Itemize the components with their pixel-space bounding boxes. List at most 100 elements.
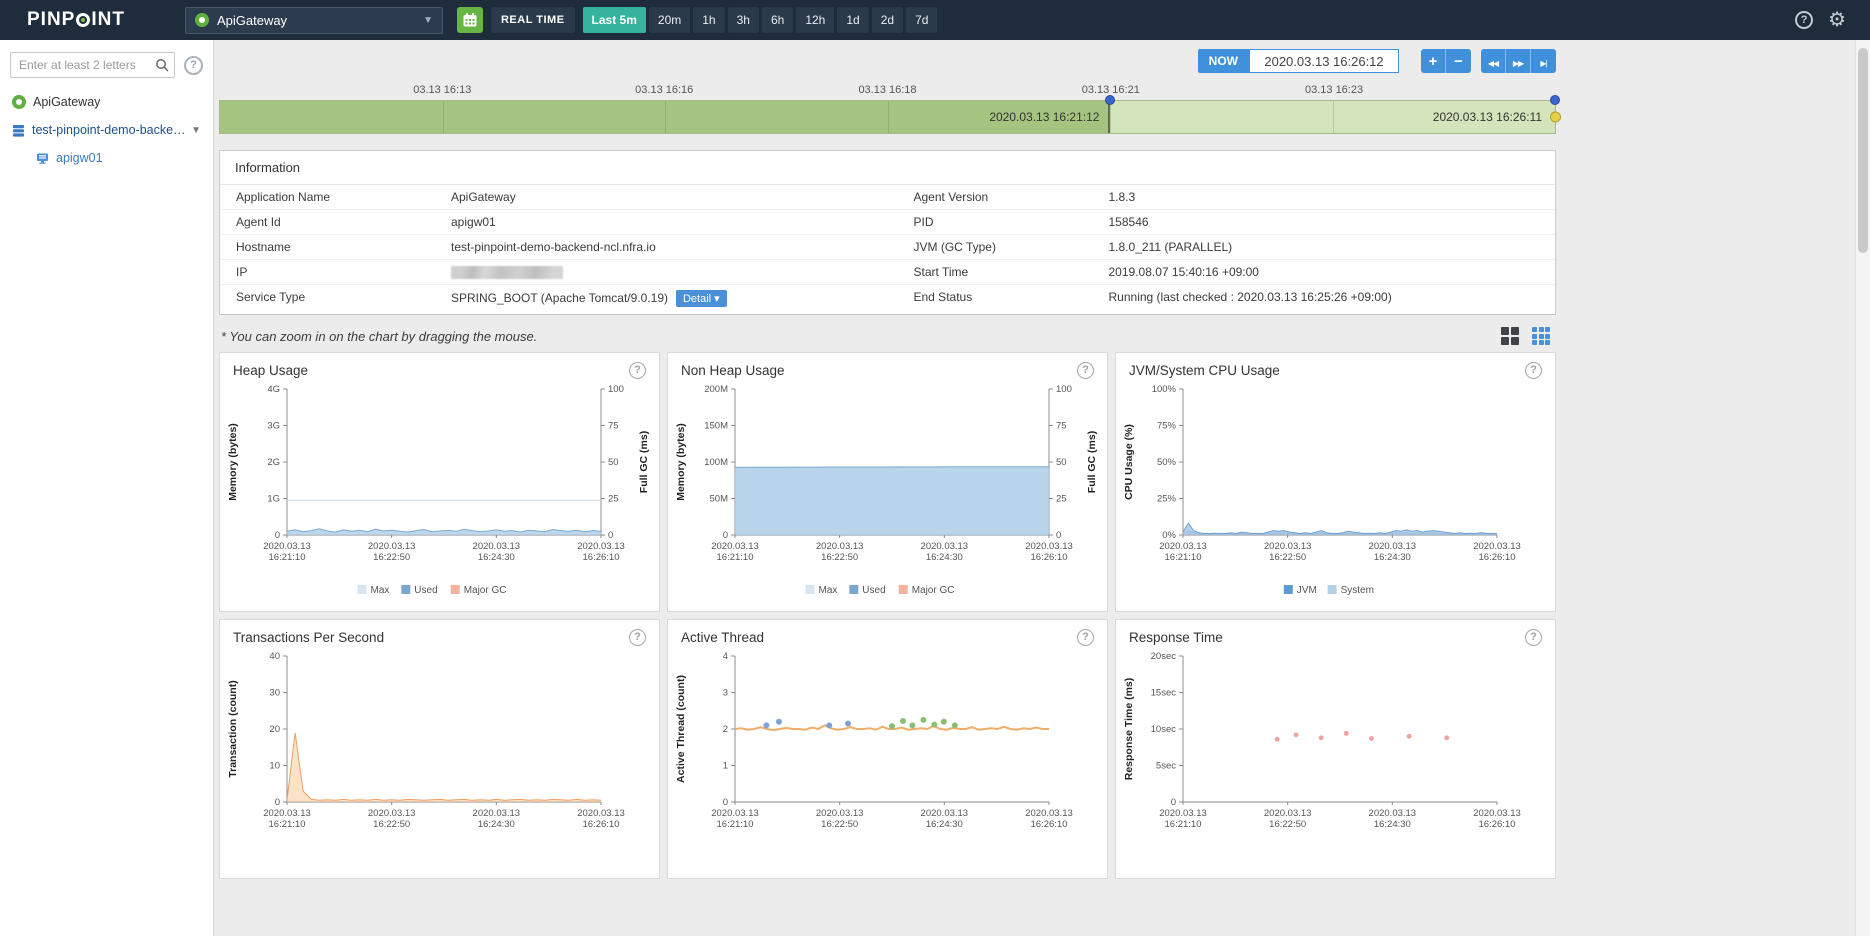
svg-text:16:26:10: 16:26:10 bbox=[1030, 552, 1067, 563]
svg-text:4: 4 bbox=[722, 651, 727, 662]
svg-text:1G: 1G bbox=[267, 494, 280, 505]
now-button[interactable]: NOW bbox=[1197, 49, 1249, 73]
chart-plot[interactable]: 012342020.03.1316:21:102020.03.1316:22:5… bbox=[671, 648, 1105, 872]
svg-text:2020.03.13: 2020.03.13 bbox=[367, 541, 415, 552]
timeline-bar[interactable]: 2020.03.13 16:21:12 2020.03.13 16:26:11 bbox=[219, 95, 1561, 134]
info-label: Agent Id bbox=[220, 209, 435, 234]
timeline-tick-labels: 03.13 16:13 03.13 16:16 03.13 16:18 03.13 1… bbox=[219, 84, 1556, 100]
svg-text:200M: 200M bbox=[704, 384, 728, 395]
period-button-3h[interactable]: 3h bbox=[727, 7, 759, 33]
svg-text:Active Thread (count): Active Thread (count) bbox=[675, 675, 687, 783]
chevron-down-icon[interactable]: ▼ bbox=[191, 125, 201, 136]
period-button-last-5m[interactable]: Last 5m bbox=[582, 7, 646, 33]
scrollbar[interactable] bbox=[1855, 40, 1870, 936]
layout-2col-icon[interactable] bbox=[1501, 327, 1519, 346]
chart-title: Active Thread bbox=[681, 630, 765, 646]
svg-text:JVM: JVM bbox=[1296, 585, 1316, 596]
scrollbar-thumb[interactable] bbox=[1858, 48, 1868, 253]
svg-text:20: 20 bbox=[269, 724, 280, 735]
logo-target-icon bbox=[76, 13, 91, 27]
chart-help-icon[interactable]: ? bbox=[1525, 362, 1542, 380]
chart-card-active-thread: Active Thread? 0 1 2 3 4 2020.03.13 16:21:10 202… bbox=[667, 619, 1108, 880]
chart-title: Response Time bbox=[1129, 630, 1223, 646]
chart-plot[interactable]: 0%25%50%75%100%2020.03.1316:21:102020.03… bbox=[1119, 381, 1553, 605]
timeline-now-marker[interactable] bbox=[1550, 111, 1561, 123]
svg-text:50: 50 bbox=[1056, 457, 1067, 468]
step-back-button[interactable]: ◀◀ bbox=[1481, 49, 1506, 73]
svg-text:100%: 100% bbox=[1151, 384, 1176, 395]
period-button-1h[interactable]: 1h bbox=[693, 7, 725, 33]
svg-text:16:21:10: 16:21:10 bbox=[1164, 819, 1201, 830]
application-selector[interactable]: ApiGateway ▼ bbox=[184, 6, 443, 34]
period-button-6h[interactable]: 6h bbox=[761, 7, 794, 33]
info-value bbox=[435, 259, 898, 284]
svg-text:16:22:50: 16:22:50 bbox=[821, 552, 858, 563]
period-button-12h[interactable]: 12h bbox=[796, 7, 835, 33]
svg-text:2020.03.13: 2020.03.13 bbox=[263, 808, 311, 819]
info-value: ApiGateway bbox=[451, 190, 516, 204]
svg-text:0: 0 bbox=[274, 797, 279, 808]
go-to-now-button[interactable]: ▶| bbox=[1531, 49, 1556, 73]
agent-tree: ApiGateway test-pinpoint-demo-backend-..… bbox=[0, 88, 213, 172]
hint-row: * You can zoom in on the chart by draggi… bbox=[221, 327, 1554, 346]
loaded-range-end-label: 2020.03.13 16:26:11 bbox=[1432, 110, 1542, 124]
svg-text:Transaction (count): Transaction (count) bbox=[227, 681, 239, 778]
calendar-icon bbox=[463, 13, 477, 27]
svg-text:2020.03.13: 2020.03.13 bbox=[1263, 808, 1311, 819]
chart-help-icon[interactable]: ? bbox=[629, 362, 646, 380]
help-icon[interactable]: ? bbox=[1795, 11, 1814, 29]
svg-text:16:24:30: 16:24:30 bbox=[925, 819, 962, 830]
svg-text:40: 40 bbox=[269, 651, 280, 662]
timeline-split-marker[interactable] bbox=[1105, 95, 1116, 105]
svg-text:50%: 50% bbox=[1156, 457, 1176, 468]
service-type-detail-button[interactable]: Detail ▾ bbox=[675, 290, 727, 308]
svg-text:16:21:10: 16:21:10 bbox=[716, 819, 753, 830]
info-value: test-pinpoint-demo-backend-ncl.nfra.io bbox=[435, 234, 898, 259]
zoom-in-button[interactable]: + bbox=[1421, 49, 1446, 73]
chart-help-icon[interactable]: ? bbox=[1077, 362, 1094, 380]
svg-text:0: 0 bbox=[1170, 797, 1175, 808]
datetime-input[interactable] bbox=[1249, 49, 1399, 73]
step-forward-button[interactable]: ▶▶ bbox=[1506, 49, 1531, 73]
info-label: Agent Version bbox=[913, 190, 989, 204]
period-button-7d[interactable]: 7d bbox=[906, 7, 938, 33]
svg-text:75: 75 bbox=[608, 421, 619, 432]
calendar-button[interactable] bbox=[456, 7, 483, 33]
period-button-20m[interactable]: 20m bbox=[648, 7, 691, 33]
chart-plot[interactable]: 01G2G3G4G02550751002020.03.1316:21:10202… bbox=[223, 381, 657, 605]
search-input[interactable] bbox=[10, 52, 175, 78]
svg-text:Used: Used bbox=[414, 585, 437, 596]
host-icon bbox=[13, 124, 24, 137]
info-label: IP bbox=[220, 259, 435, 284]
period-button-2d[interactable]: 2d bbox=[871, 7, 904, 33]
chart-help-icon[interactable]: ? bbox=[1077, 629, 1094, 647]
gear-icon[interactable]: ⚙ bbox=[1828, 10, 1846, 30]
svg-text:16:24:30: 16:24:30 bbox=[1373, 819, 1410, 830]
svg-text:16:26:10: 16:26:10 bbox=[1478, 552, 1515, 563]
layout-switcher bbox=[1501, 327, 1550, 346]
timeline-end-marker[interactable] bbox=[1550, 95, 1560, 105]
svg-text:2020.03.13: 2020.03.13 bbox=[920, 541, 968, 552]
zoom-out-button[interactable]: − bbox=[1446, 49, 1471, 73]
layout-3col-icon[interactable] bbox=[1532, 327, 1550, 346]
timeline: 03.13 16:13 03.13 16:16 03.13 16:18 03.13 1… bbox=[219, 84, 1561, 134]
svg-text:16:24:30: 16:24:30 bbox=[477, 819, 514, 830]
chart-title: Heap Usage bbox=[233, 363, 309, 379]
info-value: 158546 bbox=[1092, 209, 1555, 234]
chart-help-icon[interactable]: ? bbox=[1525, 629, 1542, 647]
chart-plot[interactable]: 0102030402020.03.1316:21:102020.03.1316:… bbox=[223, 648, 657, 872]
redacted-ip-value bbox=[451, 266, 563, 280]
timeline-gridline bbox=[442, 101, 444, 133]
chart-help-icon[interactable]: ? bbox=[629, 629, 646, 647]
sidebar-item-application[interactable]: ApiGateway bbox=[0, 88, 213, 116]
realtime-button[interactable]: REAL TIME bbox=[490, 7, 575, 33]
sidebar-help-icon[interactable]: ? bbox=[184, 55, 203, 75]
period-button-1d[interactable]: 1d bbox=[837, 7, 869, 33]
chart-plot[interactable]: 05sec10sec15sec20sec2020.03.1316:21:1020… bbox=[1119, 648, 1553, 872]
svg-text:2020.03.13: 2020.03.13 bbox=[920, 808, 968, 819]
sidebar-item-host[interactable]: test-pinpoint-demo-backend-... ▼ bbox=[0, 116, 213, 144]
svg-text:Major GC: Major GC bbox=[463, 585, 506, 596]
chart-plot[interactable]: 050M100M150M200M02550751002020.03.1316:2… bbox=[671, 381, 1105, 605]
sidebar-item-agent[interactable]: apigw01 bbox=[0, 144, 213, 172]
svg-text:100: 100 bbox=[1056, 384, 1072, 395]
